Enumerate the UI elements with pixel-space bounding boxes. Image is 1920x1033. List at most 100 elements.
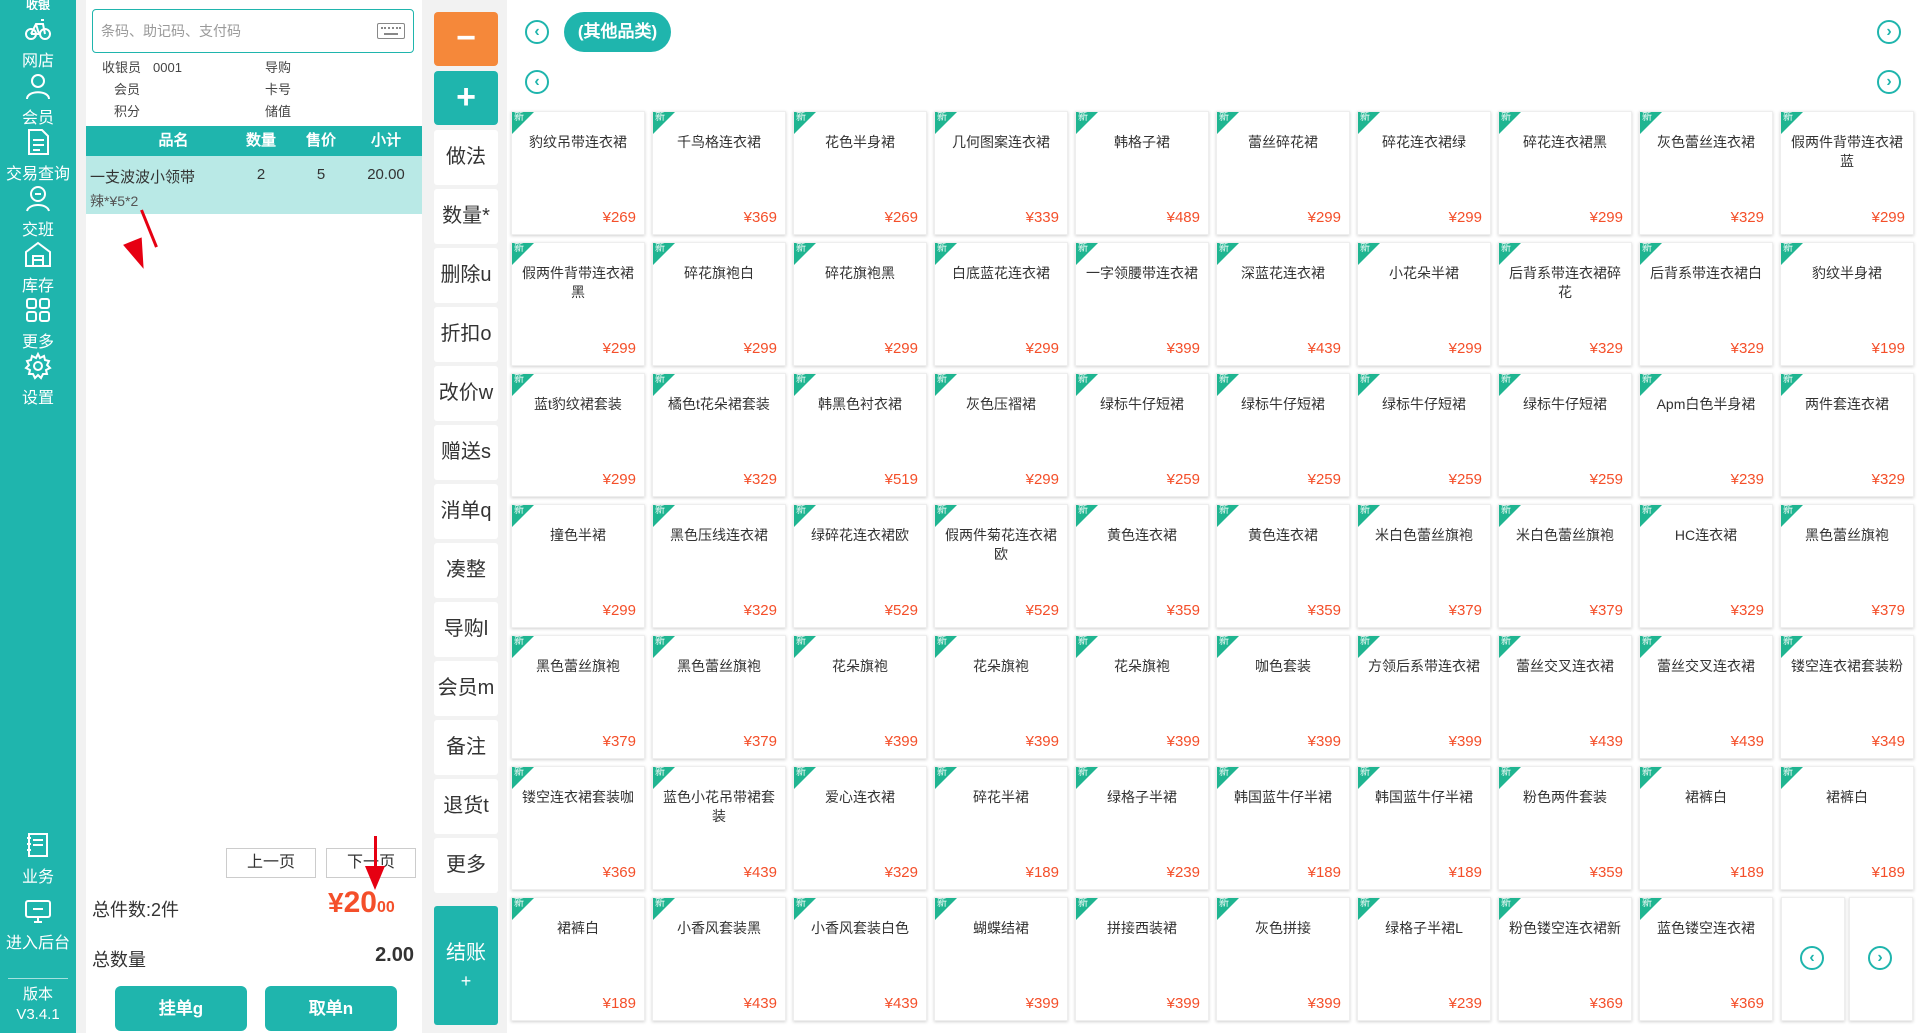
product-card[interactable]: 新灰色拼接 ¥399 (1216, 897, 1350, 1021)
product-card[interactable]: 新绿标牛仔短裙 ¥259 (1075, 373, 1209, 497)
product-card[interactable]: 新假两件背带连衣裙蓝 ¥299 (1780, 111, 1914, 235)
op-remark[interactable]: 备注 (434, 720, 498, 775)
product-card[interactable]: 新假两件背带连衣裙黑 ¥299 (511, 242, 645, 366)
product-card[interactable]: 新蝴蝶结裙 ¥399 (934, 897, 1068, 1021)
product-card[interactable]: 新镂空连衣裙套装咖 ¥369 (511, 766, 645, 890)
product-card[interactable]: 新黑色蕾丝旗袍 ¥379 (1780, 504, 1914, 628)
grid-prev-card[interactable]: ‹ (1781, 897, 1845, 1021)
op-return[interactable]: 退货t (434, 779, 498, 834)
keyboard-icon[interactable] (377, 23, 405, 39)
op-round[interactable]: 凑整 (434, 543, 498, 598)
product-card[interactable]: 新几何图案连衣裙 ¥339 (934, 111, 1068, 235)
product-card[interactable]: 新绿格子半裙 ¥239 (1075, 766, 1209, 890)
subcategory-prev-icon[interactable]: ‹ (525, 70, 549, 94)
subcategory-next-icon[interactable]: › (1877, 70, 1901, 94)
product-card[interactable]: 新小香风套装白色 ¥439 (793, 897, 927, 1021)
product-card[interactable]: 新两件套连衣裙 ¥329 (1780, 373, 1914, 497)
product-card[interactable]: 新韩黑色衬衣裙 ¥519 (793, 373, 927, 497)
product-card[interactable]: 新爱心连衣裙 ¥329 (793, 766, 927, 890)
product-card[interactable]: 新粉色两件套装 ¥359 (1498, 766, 1632, 890)
product-card[interactable]: 新绿标牛仔短裙 ¥259 (1216, 373, 1350, 497)
product-card[interactable]: 新蕾丝碎花裙 ¥299 (1216, 111, 1350, 235)
product-card[interactable]: 新花朵旗袍 ¥399 (934, 635, 1068, 759)
op-change-price[interactable]: 改价w (434, 366, 498, 421)
product-card[interactable]: 新米白色蕾丝旗袍 ¥379 (1357, 504, 1491, 628)
grid-next-card[interactable]: › (1849, 897, 1913, 1021)
product-card[interactable]: 新镂空连衣裙套装粉 ¥349 (1780, 635, 1914, 759)
product-card[interactable]: 新碎花连衣裙黑 ¥299 (1498, 111, 1632, 235)
product-card[interactable]: 新碎花连衣裙绿 ¥299 (1357, 111, 1491, 235)
product-card[interactable]: 新豹纹吊带连衣裙 ¥269 (511, 111, 645, 235)
product-card[interactable]: 新韩格子裙 ¥489 (1075, 111, 1209, 235)
product-card[interactable]: 新米白色蕾丝旗袍 ¥379 (1498, 504, 1632, 628)
op-member[interactable]: 会员m (434, 661, 498, 716)
product-card[interactable]: 新灰色压褶裙 ¥299 (934, 373, 1068, 497)
product-card[interactable]: 新绿标牛仔短裙 ¥259 (1498, 373, 1632, 497)
product-card[interactable]: 新千鸟格连衣裙 ¥369 (652, 111, 786, 235)
product-card[interactable]: 新豹纹半身裙 ¥199 (1780, 242, 1914, 366)
category-next-icon[interactable]: › (1877, 20, 1901, 44)
product-card[interactable]: 新黑色蕾丝旗袍 ¥379 (652, 635, 786, 759)
op-cooking-method[interactable]: 做法 (434, 130, 498, 185)
product-card[interactable]: 新碎花旗袍白 ¥299 (652, 242, 786, 366)
product-card[interactable]: 新韩国蓝牛仔半裙 ¥189 (1216, 766, 1350, 890)
nav-item-settings[interactable]: 设置 (0, 346, 76, 412)
product-card[interactable]: 新小香风套装黑 ¥439 (652, 897, 786, 1021)
product-card[interactable]: 新黄色连衣裙 ¥359 (1075, 504, 1209, 628)
product-card[interactable]: 新裙裤白 ¥189 (1780, 766, 1914, 890)
product-card[interactable]: 新绿格子半裙L ¥239 (1357, 897, 1491, 1021)
product-card[interactable]: 新碎花旗袍黑 ¥299 (793, 242, 927, 366)
product-card[interactable]: 新绿标牛仔短裙 ¥259 (1357, 373, 1491, 497)
product-card[interactable]: 新花色半身裙 ¥269 (793, 111, 927, 235)
product-card[interactable]: 新黑色蕾丝旗袍 ¥379 (511, 635, 645, 759)
op-delete[interactable]: 删除u (434, 248, 498, 303)
op-guide[interactable]: 导购l (434, 602, 498, 657)
product-card[interactable]: 新撞色半裙 ¥299 (511, 504, 645, 628)
product-card[interactable]: 新拼接西装裙 ¥399 (1075, 897, 1209, 1021)
page-next-icon[interactable]: › (1868, 946, 1892, 970)
product-card[interactable]: 新碎花半裙 ¥189 (934, 766, 1068, 890)
product-card[interactable]: 新方领后系带连衣裙 ¥399 (1357, 635, 1491, 759)
product-card[interactable]: 新蓝色镂空连衣裙 ¥369 (1639, 897, 1773, 1021)
op-quantity[interactable]: 数量* (434, 189, 498, 244)
product-card[interactable]: 新深蓝花连衣裙 ¥439 (1216, 242, 1350, 366)
product-card[interactable]: 新裙裤白 ¥189 (511, 897, 645, 1021)
product-card[interactable]: 新橘色t花朵裙套装 ¥329 (652, 373, 786, 497)
op-discount[interactable]: 折扣o (434, 307, 498, 362)
nav-item-business[interactable]: 业务 (0, 825, 76, 891)
search-input[interactable] (101, 23, 377, 39)
product-card[interactable]: 新黑色压线连衣裙 ¥329 (652, 504, 786, 628)
prev-page-button[interactable]: 上一页 (226, 848, 316, 878)
minus-button[interactable]: − (434, 12, 498, 66)
product-card[interactable]: 新蕾丝交叉连衣裙 ¥439 (1639, 635, 1773, 759)
nav-item-backend[interactable]: 进入后台 (0, 891, 76, 957)
product-card[interactable]: 新 Apm白色半身裙 ¥239 (1639, 373, 1773, 497)
op-cancel-order[interactable]: 消单q (434, 484, 498, 539)
product-card[interactable]: 新花朵旗袍 ¥399 (1075, 635, 1209, 759)
product-card[interactable]: 新黄色连衣裙 ¥359 (1216, 504, 1350, 628)
op-gift[interactable]: 赠送s (434, 425, 498, 480)
product-card[interactable]: 新一字领腰带连衣裙 ¥399 (1075, 242, 1209, 366)
category-tab-other[interactable]: (其他品类) (564, 12, 671, 52)
product-card[interactable]: 新蓝t豹纹裙套装 ¥299 (511, 373, 645, 497)
product-card[interactable]: 新韩国蓝牛仔半裙 ¥189 (1357, 766, 1491, 890)
product-card[interactable]: 新绿碎花连衣裙欧 ¥529 (793, 504, 927, 628)
product-card[interactable]: 新咖色套装 ¥399 (1216, 635, 1350, 759)
product-card[interactable]: 新后背系带连衣裙碎花 ¥329 (1498, 242, 1632, 366)
product-card[interactable]: 新花朵旗袍 ¥399 (793, 635, 927, 759)
product-card[interactable]: 新小花朵半裙 ¥299 (1357, 242, 1491, 366)
checkout-button[interactable]: 结账 + (434, 906, 498, 1025)
product-card[interactable]: 新粉色镂空连衣裙新 ¥369 (1498, 897, 1632, 1021)
product-card[interactable]: 新蕾丝交叉连衣裙 ¥439 (1498, 635, 1632, 759)
plus-button[interactable]: + (434, 71, 498, 125)
retrieve-order-button[interactable]: 取单n (265, 986, 397, 1031)
page-prev-icon[interactable]: ‹ (1800, 946, 1824, 970)
product-card[interactable]: 新蓝色小花吊带裙套装 ¥439 (652, 766, 786, 890)
search-box[interactable] (92, 9, 414, 53)
product-card[interactable]: 新裙裤白 ¥189 (1639, 766, 1773, 890)
product-card[interactable]: 新后背系带连衣裙白 ¥329 (1639, 242, 1773, 366)
hang-order-button[interactable]: 挂单g (115, 986, 247, 1031)
product-card[interactable]: 新 HC连衣裙 ¥329 (1639, 504, 1773, 628)
product-card[interactable]: 新白底蓝花连衣裙 ¥299 (934, 242, 1068, 366)
product-card[interactable]: 新假两件菊花连衣裙欧 ¥529 (934, 504, 1068, 628)
